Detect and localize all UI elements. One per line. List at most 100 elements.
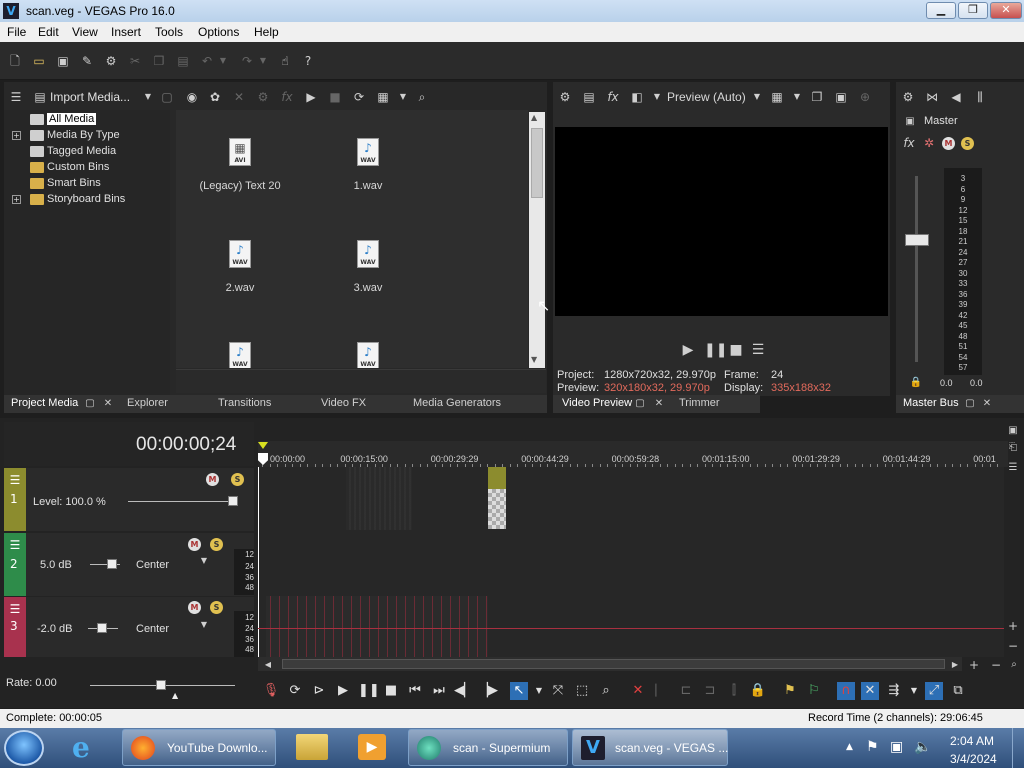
- mute-icon[interactable]: M: [188, 601, 201, 614]
- envelope-tool-icon[interactable]: ⤧: [549, 682, 567, 700]
- edit-tool-dropdown-icon[interactable]: ▼: [530, 682, 548, 700]
- video-fx-icon[interactable]: fx: [605, 89, 621, 105]
- tree-item-custom-bins[interactable]: Custom Bins: [4, 160, 170, 176]
- master-effects-icon[interactable]: ✲: [921, 135, 937, 151]
- scroll-down-icon[interactable]: ▼: [531, 355, 537, 364]
- video-event-header[interactable]: [488, 467, 506, 489]
- split-screen-icon[interactable]: ◧: [629, 89, 645, 105]
- media-item[interactable]: ▦ AVI (Legacy) Text 20: [180, 138, 300, 192]
- track-header-3[interactable]: ☰ 3 M S -2.0 dB Center ▼ 12 24 36 48: [4, 597, 254, 657]
- zoom-edit-tool-icon[interactable]: ⌕: [597, 682, 615, 700]
- expand-timeline-icon[interactable]: ▣: [1005, 423, 1021, 439]
- pan-dropdown-icon[interactable]: ▼: [196, 553, 212, 569]
- file-explorer-icon[interactable]: [296, 734, 328, 760]
- master-fader-knob[interactable]: [905, 234, 929, 246]
- internet-explorer-icon[interactable]: e: [72, 733, 104, 763]
- track-menu-icon[interactable]: ☰: [7, 601, 23, 617]
- close-button[interactable]: ✕: [990, 2, 1022, 19]
- menu-options[interactable]: Options: [198, 25, 239, 39]
- views-icon[interactable]: ▦: [375, 89, 391, 105]
- import-dropdown-icon[interactable]: ▼: [140, 89, 156, 105]
- overlays-dropdown-icon[interactable]: ▼: [789, 89, 805, 105]
- redo-dropdown-icon[interactable]: ▼: [255, 53, 271, 69]
- remove-icon[interactable]: ✕: [231, 89, 247, 105]
- preview-gear-icon[interactable]: ⚙: [557, 89, 573, 105]
- undock-icon[interactable]: ▢: [962, 396, 978, 412]
- trim-start-icon[interactable]: ⊏: [677, 682, 695, 700]
- zoom-tool-icon[interactable]: ⌕: [1006, 657, 1022, 673]
- preview-pause-icon[interactable]: ❚❚: [704, 342, 727, 358]
- start-button[interactable]: [4, 730, 44, 766]
- insert-marker-icon[interactable]: ⚑: [781, 682, 799, 700]
- ignore-grouping-icon[interactable]: ⧉: [949, 682, 967, 700]
- menu-edit[interactable]: Edit: [38, 25, 59, 39]
- redo-icon[interactable]: ↷: [239, 53, 255, 69]
- rate-slider-knob[interactable]: [156, 680, 166, 690]
- capture-icon[interactable]: ▢: [159, 89, 175, 105]
- mixer-gear-icon[interactable]: ⚙: [900, 89, 916, 105]
- what-is-this-icon[interactable]: ☝: [277, 53, 293, 69]
- quality-dropdown-icon[interactable]: ▼: [749, 89, 765, 105]
- expand-icon[interactable]: +: [12, 131, 21, 140]
- media-item[interactable]: ♪ WAV 1.wav: [308, 138, 428, 192]
- tree-item-storyboard-bins[interactable]: + Storyboard Bins: [4, 192, 170, 208]
- close-tab-icon[interactable]: ✕: [979, 396, 995, 412]
- stop-icon[interactable]: ■: [327, 89, 343, 105]
- minimize-button[interactable]: ▁: [926, 2, 956, 19]
- level-slider-knob[interactable]: [228, 496, 238, 506]
- tab-video-preview[interactable]: Video Preview: [562, 397, 632, 409]
- tab-master-bus[interactable]: Master Bus: [903, 397, 959, 409]
- external-monitor-icon[interactable]: ⊕: [857, 89, 873, 105]
- preview-play-icon[interactable]: ▶: [680, 342, 696, 358]
- video-event-thumbnail[interactable]: [488, 489, 506, 529]
- menu-help[interactable]: Help: [254, 25, 279, 39]
- mute-icon[interactable]: M: [188, 538, 201, 551]
- go-to-end-icon[interactable]: ⏭: [430, 682, 448, 700]
- mute-icon[interactable]: M: [206, 473, 219, 486]
- save-as-icon[interactable]: ✎: [79, 53, 95, 69]
- undo-icon[interactable]: ↶: [199, 53, 215, 69]
- preview-menu-icon[interactable]: ☰: [750, 342, 766, 358]
- copy-icon[interactable]: ❐: [151, 53, 167, 69]
- downmix-icon[interactable]: ⋈: [924, 89, 940, 105]
- zoom-out-vertical-icon[interactable]: −: [1005, 638, 1021, 654]
- volume-slider-knob[interactable]: [97, 623, 107, 633]
- menu-file[interactable]: File: [7, 25, 26, 39]
- master-fader-track[interactable]: [915, 176, 918, 362]
- undock-icon[interactable]: ▢: [82, 396, 98, 412]
- search-icon[interactable]: ⌕: [414, 89, 430, 105]
- marker-icon[interactable]: ⎗: [1005, 440, 1021, 456]
- tree-item-media-by-type[interactable]: + Media By Type: [4, 128, 170, 144]
- play-icon[interactable]: ▶: [303, 89, 319, 105]
- help-icon[interactable]: ?: [300, 53, 316, 69]
- panel-menu-icon[interactable]: ☰: [8, 89, 24, 105]
- media-item[interactable]: ♪ WAV 3.wav: [308, 240, 428, 294]
- copy-snapshot-icon[interactable]: ❐: [809, 89, 825, 105]
- delete-icon[interactable]: ✕: [629, 682, 647, 700]
- properties-gear-icon[interactable]: ⚙: [103, 53, 119, 69]
- preview-stop-icon[interactable]: ■: [728, 342, 744, 358]
- import-media-button[interactable]: Import Media...: [50, 90, 130, 104]
- save-snapshot-icon[interactable]: ▣: [833, 89, 849, 105]
- tab-explorer[interactable]: Explorer: [127, 397, 168, 409]
- play-icon[interactable]: ▶: [334, 682, 352, 700]
- mixer-view-icon[interactable]: ⫼: [972, 89, 988, 105]
- menu-tools[interactable]: Tools: [155, 25, 183, 39]
- previous-frame-icon[interactable]: ◀▏: [454, 682, 474, 700]
- solo-icon[interactable]: S: [210, 538, 223, 551]
- loop-playback-icon[interactable]: ⟳: [286, 682, 304, 700]
- network-icon[interactable]: ▣: [890, 739, 903, 755]
- clock-date[interactable]: 3/4/2024: [950, 752, 997, 766]
- trim-end-icon[interactable]: ⊐: [701, 682, 719, 700]
- taskbar-supermium[interactable]: scan - Supermium: [408, 729, 568, 766]
- zoom-in-icon[interactable]: +: [966, 657, 982, 673]
- views-dropdown-icon[interactable]: ▼: [395, 89, 411, 105]
- media-item[interactable]: ♪ WAV: [308, 342, 428, 368]
- level-slider[interactable]: [128, 501, 238, 502]
- track-header-1[interactable]: ☰ 1 M S Level: 100.0 %: [4, 468, 254, 531]
- media-player-icon[interactable]: ▶: [358, 734, 386, 760]
- pause-icon[interactable]: ❚❚: [358, 682, 380, 700]
- close-tab-icon[interactable]: ✕: [651, 396, 667, 412]
- cut-icon[interactable]: ✂: [127, 53, 143, 69]
- taskbar-vegas[interactable]: V scan.veg - VEGAS ...: [572, 729, 728, 766]
